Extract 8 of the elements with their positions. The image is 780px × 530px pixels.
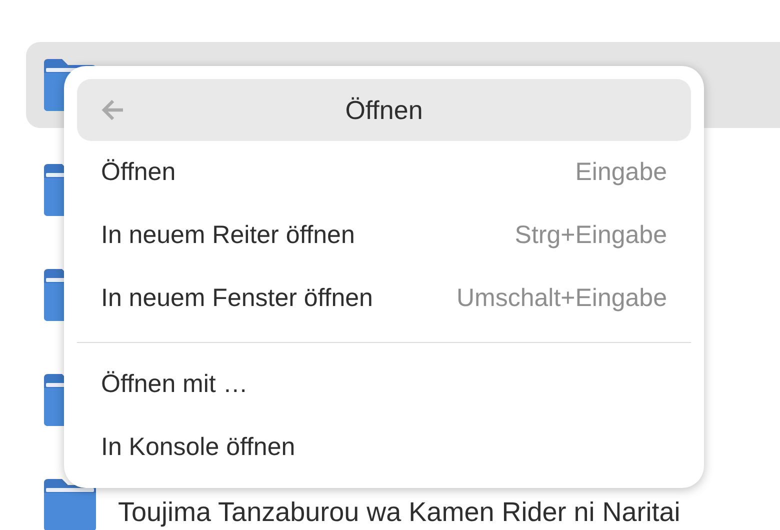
menu-item[interactable]: In neuem Fenster öffnen Umschalt+Eingabe [77,267,691,330]
menu-item[interactable]: In neuem Reiter öffnen Strg+Eingabe [77,204,691,267]
file-name: Toujima Tanzaburou wa Kamen Rider ni Naritai [118,497,680,527]
menu-item[interactable]: Öffnen mit … [77,353,691,416]
menu-title: Öffnen [345,94,423,126]
menu-item[interactable]: Öffnen Eingabe [77,141,691,204]
folder-icon [42,479,98,530]
back-arrow-icon[interactable] [101,99,125,121]
